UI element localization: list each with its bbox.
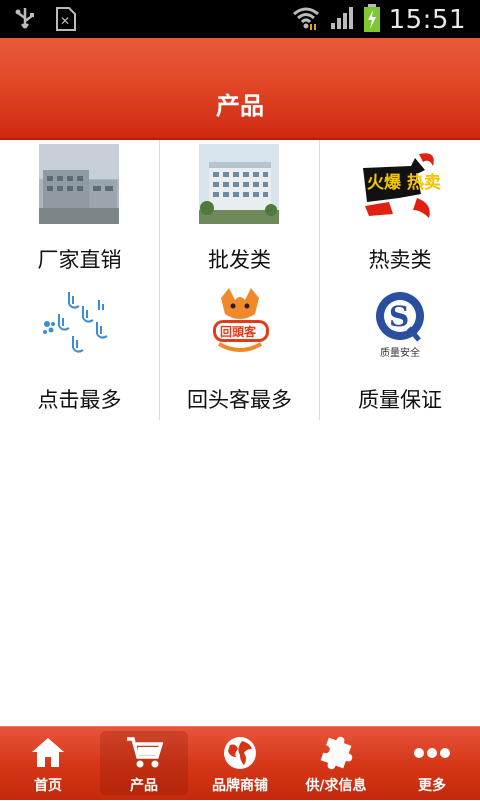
grid-row: 厂家直销 批发类 火爆 热卖中 xyxy=(0,140,480,280)
cart-icon xyxy=(96,735,192,769)
category-label: 点击最多 xyxy=(37,388,122,412)
status-bar: ✕ 15:51 xyxy=(0,0,480,38)
tab-products[interactable]: 产品 xyxy=(96,727,192,801)
tab-brand-stores[interactable]: 品牌商铺 xyxy=(192,727,288,801)
globe-icon xyxy=(192,735,288,769)
office-building-photo xyxy=(199,144,281,228)
wifi-icon xyxy=(291,4,321,36)
category-hot-sale[interactable]: 火爆 热卖中 热卖类 xyxy=(320,140,480,280)
tab-more[interactable]: 更多 xyxy=(384,727,480,801)
tab-home[interactable]: 首页 xyxy=(0,727,96,801)
category-label: 热卖类 xyxy=(368,248,432,272)
hot-sale-text-1: 火爆 热卖中 xyxy=(367,172,441,193)
tab-label: 首页 xyxy=(34,778,62,794)
home-icon xyxy=(0,735,96,769)
bottom-tab-bar: 首页 产品 品牌商铺 供/求信息 更多 xyxy=(0,726,480,800)
app-header: 产品 xyxy=(0,38,480,140)
puzzle-icon xyxy=(288,735,384,770)
category-most-clicked[interactable]: 点击最多 xyxy=(0,280,160,420)
tab-supply-demand[interactable]: 供/求信息 xyxy=(288,727,384,801)
tab-label: 产品 xyxy=(130,778,158,794)
fox-logo-text: 回頭客 xyxy=(220,324,257,339)
category-label: 厂家直销 xyxy=(37,248,122,272)
click-hands-icon xyxy=(39,284,121,368)
more-dots-icon xyxy=(384,735,480,769)
product-category-grid: 厂家直销 批发类 火爆 热卖中 xyxy=(0,140,480,420)
status-clock: 15:51 xyxy=(388,5,466,35)
grid-row: 点击最多 回頭客 回头客最多 S 质量安全 质量保证 xyxy=(0,280,480,420)
battery-icon xyxy=(363,3,381,37)
signal-icon xyxy=(329,5,355,35)
category-quality-guarantee[interactable]: S 质量安全 质量保证 xyxy=(320,280,480,420)
sd-card-icon: ✕ xyxy=(54,6,78,36)
svg-text:S: S xyxy=(389,300,409,333)
page-title: 产品 xyxy=(216,92,264,120)
usb-icon xyxy=(14,6,36,36)
quality-s-logo: S 质量安全 xyxy=(359,284,441,368)
tab-label: 更多 xyxy=(418,778,446,794)
category-label: 质量保证 xyxy=(358,388,442,412)
category-label: 批发类 xyxy=(208,248,271,272)
tab-label: 品牌商铺 xyxy=(212,778,268,794)
hot-sale-badge: 火爆 热卖中 xyxy=(359,144,458,228)
quality-logo-text: 质量安全 xyxy=(380,346,420,359)
category-repeat-customers[interactable]: 回頭客 回头客最多 xyxy=(160,280,320,420)
tab-label: 供/求信息 xyxy=(305,778,367,794)
svg-text:✕: ✕ xyxy=(60,14,70,28)
category-wholesale[interactable]: 批发类 xyxy=(160,140,320,280)
category-label: 回头客最多 xyxy=(187,388,292,412)
category-factory-direct[interactable]: 厂家直销 xyxy=(0,140,160,280)
factory-building-photo xyxy=(39,144,121,228)
fox-logo: 回頭客 xyxy=(199,284,281,368)
